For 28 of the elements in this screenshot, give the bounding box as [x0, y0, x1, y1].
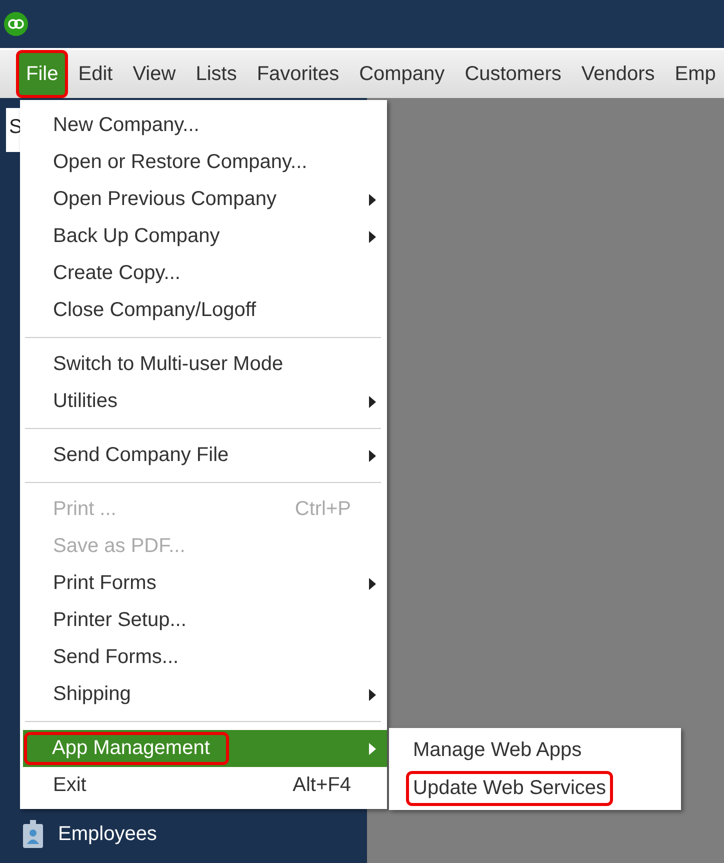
- menu-bar-item[interactable]: Emp: [664, 50, 724, 98]
- menu-item[interactable]: Open Previous Company: [20, 181, 387, 218]
- menu-item[interactable]: Switch to Multi-user Mode: [20, 346, 387, 383]
- id-badge-icon: [22, 819, 44, 849]
- app-logo-icon: [4, 12, 28, 36]
- menu-item[interactable]: New Company...: [20, 107, 387, 144]
- menu-bar-item[interactable]: Customers: [454, 50, 572, 98]
- menu-item[interactable]: Send Forms...: [20, 639, 387, 676]
- menu-bar-item[interactable]: Vendors: [571, 50, 665, 98]
- menu-bar-item[interactable]: Favorites: [246, 50, 350, 98]
- menu-item[interactable]: Send Company File: [20, 437, 387, 474]
- menu-item[interactable]: Manage Web Apps: [389, 731, 681, 769]
- menu-item[interactable]: Utilities: [20, 383, 387, 420]
- menu-bar-item[interactable]: Company: [349, 50, 455, 98]
- menu-item[interactable]: Close Company/Logoff: [20, 292, 387, 329]
- menu-item[interactable]: Printer Setup...: [20, 602, 387, 639]
- menu-item[interactable]: Print Forms: [20, 565, 387, 602]
- menu-item[interactable]: Create Copy...: [20, 255, 387, 292]
- menu-item[interactable]: Back Up Company: [20, 218, 387, 255]
- menu-bar-item[interactable]: Edit: [68, 50, 123, 98]
- menu-item[interactable]: Exit Alt+F4: [20, 767, 387, 804]
- menu-bar-item[interactable]: View: [122, 50, 186, 98]
- menu-bar-item[interactable]: Lists: [186, 50, 247, 98]
- menu-item[interactable]: App Management: [23, 730, 387, 767]
- menu-item[interactable]: Open or Restore Company...: [20, 144, 387, 181]
- sidebar-item[interactable]: Employees: [58, 822, 157, 846]
- menu-bar-item[interactable]: File: [16, 50, 68, 98]
- menu-item[interactable]: Shipping: [20, 676, 387, 713]
